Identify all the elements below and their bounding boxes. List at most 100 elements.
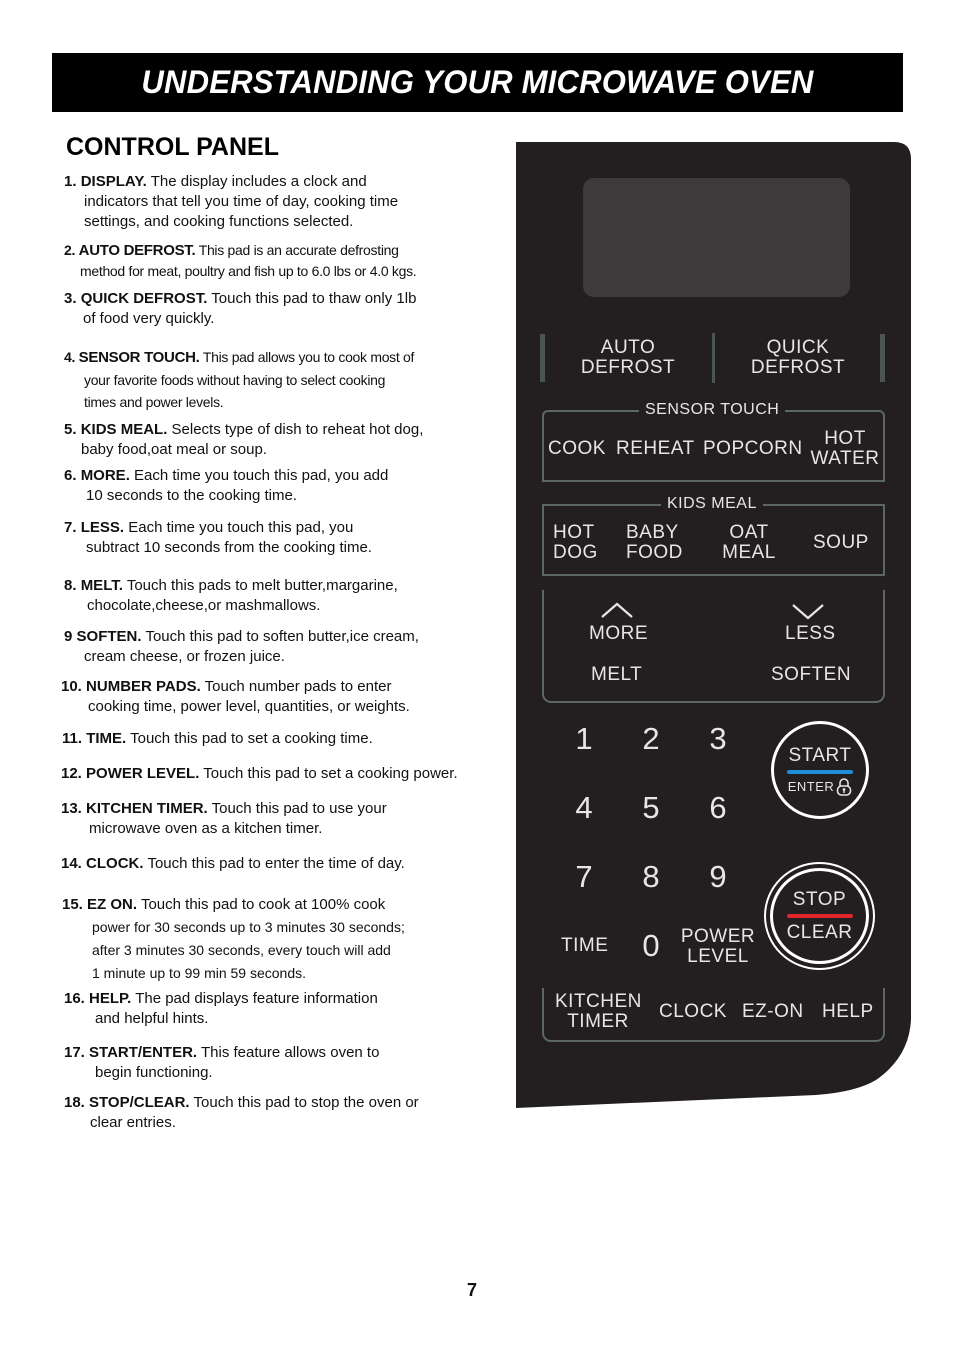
label: WATER: [810, 448, 880, 469]
item-line: indicators that tell you time of day, co…: [84, 193, 399, 210]
stop-clear-button[interactable]: STOP CLEAR: [764, 862, 875, 970]
inner-ring: [770, 868, 869, 964]
item-term: START/ENTER.: [89, 1044, 198, 1061]
item-term: SENSOR TOUCH.: [78, 349, 200, 366]
kids-meal-label: KIDS MEAL: [661, 495, 763, 513]
item-number: 17.: [64, 1044, 85, 1061]
digit-1-button[interactable]: 1: [564, 723, 604, 755]
item-number: 7.: [64, 519, 77, 536]
item-line: after 3 minutes 30 seconds, every touch …: [92, 942, 391, 958]
digit-4-button[interactable]: 4: [564, 792, 604, 824]
baby-food-button[interactable]: BABY FOOD: [626, 523, 683, 563]
less-button[interactable]: LESS: [785, 624, 836, 644]
label: DOG: [553, 542, 598, 563]
item-term: EZ ON.: [87, 896, 138, 913]
item-number: 9: [64, 628, 73, 645]
item-term: POWER LEVEL.: [86, 765, 200, 782]
item-line: 10 seconds to the cooking time.: [86, 487, 297, 504]
soften-button[interactable]: SOFTEN: [771, 665, 851, 685]
start-label: START: [788, 744, 852, 766]
feature-item: 1. DISPLAY. The display includes a clock…: [64, 172, 398, 232]
time-button[interactable]: TIME: [561, 936, 608, 956]
auto-defrost-button[interactable]: AUTO DEFROST: [573, 338, 683, 378]
popcorn-button[interactable]: POPCORN: [703, 439, 803, 459]
digit-0-button[interactable]: 0: [631, 930, 671, 962]
item-line: 1. DISPLAY. The display includes a clock…: [64, 172, 398, 192]
oat-meal-button[interactable]: OAT MEAL: [718, 523, 780, 563]
item-line: times and power levels.: [84, 394, 224, 410]
hot-water-button[interactable]: HOT WATER: [805, 429, 885, 469]
digit-8-button[interactable]: 8: [631, 861, 671, 893]
item-text: Touch this pad to enter the time of day.: [147, 855, 405, 872]
item-line: 6. MORE. Each time you touch this pad, y…: [64, 466, 388, 486]
page-title: UNDERSTANDING YOUR MICROWAVE OVEN: [141, 64, 814, 100]
item-line: 18. STOP/CLEAR. Touch this pad to stop t…: [64, 1093, 419, 1113]
item-line: 8. MELT. Touch this pads to melt butter,…: [64, 576, 398, 596]
start-enter-button[interactable]: START ENTER: [771, 721, 869, 819]
item-text: Selects type of dish to reheat hot dog,: [171, 421, 424, 438]
quick-defrost-button[interactable]: QUICK DEFROST: [743, 338, 853, 378]
clock-button[interactable]: CLOCK: [659, 1002, 727, 1022]
feature-item: 15. EZ ON. Touch this pad to cook at 100…: [62, 893, 405, 985]
chevron-down-icon: [792, 604, 824, 620]
digit-7-button[interactable]: 7: [564, 861, 604, 893]
item-text: Touch this pad to set a cooking power.: [203, 765, 458, 782]
display-screen: [583, 178, 850, 297]
digit-5-button[interactable]: 5: [631, 792, 671, 824]
item-line: 9 SOFTEN. Touch this pad to soften butte…: [64, 627, 419, 647]
item-number: 1.: [64, 173, 77, 190]
ez-on-button[interactable]: EZ-ON: [742, 1002, 804, 1022]
label: KITCHEN: [555, 991, 642, 1012]
digit-9-button[interactable]: 9: [698, 861, 738, 893]
feature-item: 14. CLOCK. Touch this pad to enter the t…: [61, 854, 405, 874]
item-text: Touch this pad to soften butter,ice crea…: [145, 628, 419, 645]
feature-item: 10. NUMBER PADS. Touch number pads to en…: [61, 677, 410, 717]
item-text: Touch this pads to melt butter,margarine…: [126, 577, 398, 594]
item-term: AUTO DEFROST.: [78, 242, 196, 259]
item-line: 1 minute up to 99 min 59 seconds.: [92, 965, 307, 981]
label: DEFROST: [580, 357, 676, 378]
item-term: TIME.: [86, 730, 127, 747]
kitchen-timer-button[interactable]: KITCHEN TIMER: [555, 992, 641, 1032]
digit-2-button[interactable]: 2: [631, 723, 671, 755]
hot-dog-button[interactable]: HOT DOG: [553, 523, 598, 563]
power-level-button[interactable]: POWER LEVEL: [680, 927, 756, 967]
label: FOOD: [626, 542, 683, 563]
item-line: of food very quickly.: [83, 310, 215, 327]
item-line: 2. AUTO DEFROST. This pad is an accurate…: [64, 240, 416, 261]
soup-button[interactable]: SOUP: [813, 533, 869, 553]
reheat-button[interactable]: REHEAT: [616, 439, 695, 459]
help-button[interactable]: HELP: [822, 1002, 874, 1022]
feature-item: 8. MELT. Touch this pads to melt butter,…: [64, 576, 398, 616]
item-term: STOP/CLEAR.: [89, 1094, 190, 1111]
label: LEVEL: [687, 946, 749, 967]
cook-button[interactable]: COOK: [548, 439, 606, 459]
item-number: 13.: [61, 800, 82, 817]
label: AUTO: [600, 337, 656, 358]
item-line: 7. LESS. Each time you touch this pad, y…: [64, 518, 372, 538]
melt-button[interactable]: MELT: [591, 665, 642, 685]
item-line: 5. KIDS MEAL. Selects type of dish to re…: [64, 420, 423, 440]
sensor-touch-label: SENSOR TOUCH: [639, 401, 786, 419]
digit-6-button[interactable]: 6: [698, 792, 738, 824]
item-term: LESS.: [80, 519, 125, 536]
item-line: power for 30 seconds up to 3 minutes 30 …: [92, 919, 405, 935]
item-number: 10.: [61, 678, 82, 695]
item-line: 16. HELP. The pad displays feature infor…: [64, 989, 378, 1009]
feature-item: 2. AUTO DEFROST. This pad is an accurate…: [64, 240, 417, 281]
more-button[interactable]: MORE: [589, 624, 648, 644]
feature-item: 17. START/ENTER. This feature allows ove…: [64, 1043, 379, 1083]
item-line: 4. SENSOR TOUCH. This pad allows you to …: [64, 346, 414, 369]
label: MEAL: [722, 542, 776, 563]
feature-item: 9 SOFTEN. Touch this pad to soften butte…: [64, 627, 419, 667]
label: HOT: [553, 522, 595, 543]
adjust-group: [542, 590, 885, 703]
item-text: Touch this pad to use your: [211, 800, 387, 817]
digit-3-button[interactable]: 3: [698, 723, 738, 755]
section-title: CONTROL PANEL: [66, 133, 279, 161]
item-line: cream cheese, or frozen juice.: [84, 648, 285, 665]
item-text: This feature allows oven to: [201, 1044, 380, 1061]
item-line: 14. CLOCK. Touch this pad to enter the t…: [61, 854, 405, 874]
item-term: SOFTEN.: [76, 628, 142, 645]
item-text: Touch this pad to set a cooking time.: [130, 730, 373, 747]
